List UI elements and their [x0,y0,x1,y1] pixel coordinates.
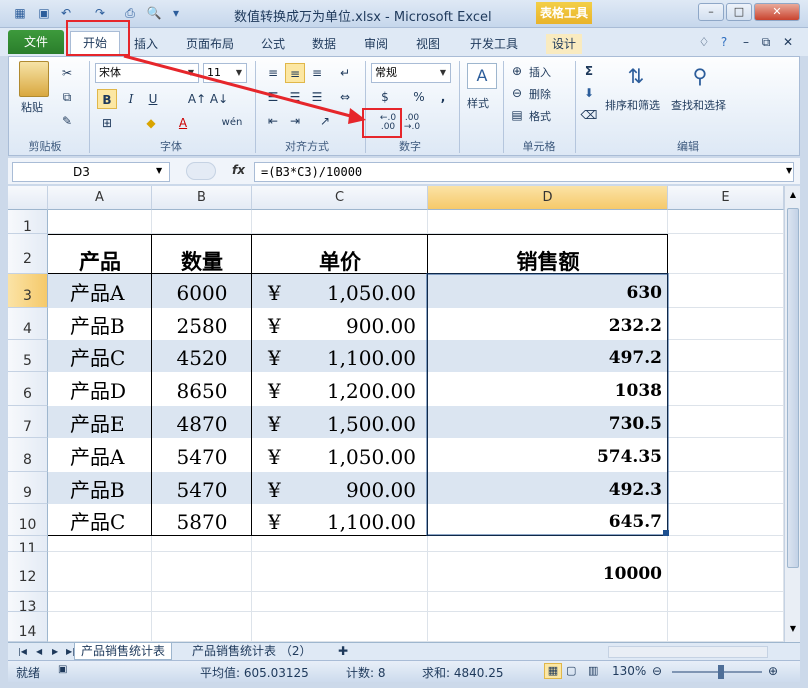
cell-quantity[interactable]: 5470 [152,472,252,504]
cell-product[interactable]: 产品B [70,308,125,340]
column-header-b[interactable]: B [152,186,252,210]
row-header-4[interactable]: 4 [8,308,48,340]
sheet-tab-1[interactable]: 产品销售统计表 [74,643,173,660]
cell-divisor[interactable]: 10000 [428,552,662,592]
cell-product[interactable]: 产品A [70,274,124,308]
cell-quantity[interactable]: 4870 [152,406,252,438]
table-header-cell[interactable]: 销售额 [428,234,668,274]
cell-quantity[interactable]: 4520 [152,340,252,372]
table-header-cell[interactable]: 数量 [152,234,252,274]
cell-price[interactable]: 1,100.00 [252,340,416,372]
row-header-3[interactable]: 3 [8,274,48,308]
expand-formula-icon[interactable]: ▼ [786,166,792,175]
new-sheet-icon[interactable]: ✚ [332,643,354,660]
row-header-6[interactable]: 6 [8,372,48,406]
cell-product[interactable]: 产品D [70,372,126,406]
row-header-13[interactable]: 13 [8,592,48,615]
table-border [48,234,668,235]
scroll-down-icon[interactable]: ▼ [787,624,799,638]
cell-product[interactable]: 产品E [70,406,125,438]
insert-function-button[interactable]: fx [232,163,245,177]
cell-quantity[interactable]: 6000 [152,274,252,308]
cell-price[interactable]: 900.00 [252,308,416,340]
table-border [151,234,152,536]
row-header-7[interactable]: 7 [8,406,48,438]
scroll-up-icon[interactable]: ▲ [787,190,799,204]
cell-price[interactable]: 1,050.00 [252,438,416,472]
zoom-level[interactable]: 130% [612,664,646,678]
sheet-tab-bar: |◀ ◀ ▶ ▶| 产品销售统计表 产品销售统计表 （2） ✚ [8,642,800,660]
status-bar: 就绪 ▣ 平均值: 605.03125 计数: 8 求和: 4840.25 ▦ … [8,660,800,682]
cell-price[interactable]: 1,500.00 [252,406,416,438]
cell-quantity[interactable]: 5870 [152,504,252,536]
status-average: 平均值: 605.03125 [200,666,309,680]
fill-handle[interactable] [663,530,669,536]
cell-product[interactable]: 产品A [70,438,124,472]
zoom-slider[interactable] [672,671,762,673]
cell-price[interactable]: 1,050.00 [252,274,416,308]
spreadsheet-grid[interactable]: A B C D E 1 2 3 4 5 6 7 8 9 10 11 12 13 14 产品 数量 单价 销售额 产品… [8,186,800,642]
sheet-tab-2[interactable]: 产品销售统计表 （2） [186,643,317,660]
cell-price[interactable]: 1,100.00 [252,504,416,536]
row-header-14[interactable]: 14 [8,612,48,642]
select-all-corner[interactable] [8,186,48,210]
table-header-cell[interactable]: 产品 [48,234,152,274]
horizontal-scrollbar[interactable] [608,646,768,658]
column-header-d[interactable]: D [428,186,668,210]
gridline [48,611,800,612]
cell-price[interactable]: 900.00 [252,472,416,504]
cell-price[interactable]: 1,200.00 [252,372,416,406]
zoom-out-icon[interactable]: ⊖ [652,664,662,678]
column-header-e[interactable]: E [668,186,784,210]
cell-product[interactable]: 产品C [70,504,125,536]
formula-input[interactable]: =(B3*C3)/10000 [254,162,794,182]
zoom-slider-handle[interactable] [718,665,724,679]
gridline [48,591,800,592]
page-break-view-icon[interactable]: ▥ [588,664,598,677]
row-header-1[interactable]: 1 [8,210,48,235]
cell-product[interactable]: 产品B [70,472,125,504]
row-header-2[interactable]: 2 [8,234,48,274]
cell-quantity[interactable]: 8650 [152,372,252,406]
row-header-12[interactable]: 12 [8,552,48,592]
formula-bar: D3 ▼ fx =(B3*C3)/10000 ▼ [8,158,800,184]
row-header-9[interactable]: 9 [8,472,48,504]
page-layout-view-icon[interactable]: ▢ [566,664,576,677]
table-border [251,234,252,536]
selection-range [426,273,669,536]
column-header-a[interactable]: A [48,186,152,210]
column-header-c[interactable]: C [252,186,428,210]
vertical-scrollbar[interactable]: ▲ ▼ [784,186,800,642]
status-sum: 求和: 4840.25 [422,666,504,680]
gridline [48,551,800,552]
chevron-down-icon[interactable]: ▼ [156,166,162,175]
table-header-cell[interactable]: 单价 [252,234,428,274]
row-header-5[interactable]: 5 [8,340,48,372]
status-ready: 就绪 [16,666,41,680]
zoom-in-icon[interactable]: ⊕ [768,664,778,678]
cell-product[interactable]: 产品C [70,340,125,372]
name-box[interactable]: D3 [12,162,170,182]
status-count: 计数: 8 [346,666,386,680]
scroll-thumb[interactable] [787,208,799,568]
formula-splitter[interactable] [186,162,216,180]
row-header-8[interactable]: 8 [8,438,48,472]
normal-view-icon[interactable]: ▦ [544,663,562,679]
row-header-10[interactable]: 10 [8,504,48,536]
row-header-11[interactable]: 11 [8,536,48,557]
cell-quantity[interactable]: 5470 [152,438,252,472]
macro-record-icon[interactable]: ▣ [58,664,67,675]
cell-quantity[interactable]: 2580 [152,308,252,340]
